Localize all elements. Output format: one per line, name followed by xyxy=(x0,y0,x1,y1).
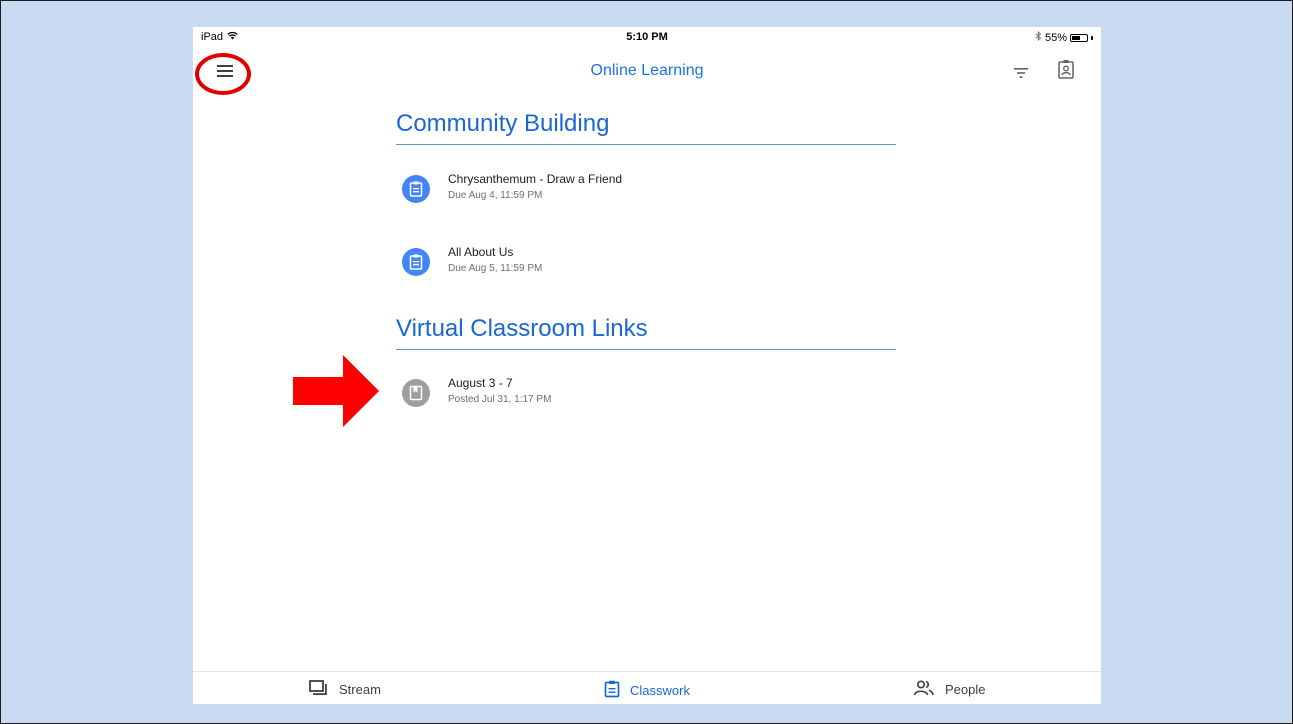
class-profile-icon[interactable] xyxy=(1056,59,1076,81)
status-right: 55% xyxy=(1035,30,1093,44)
battery-percent: 55% xyxy=(1044,31,1067,44)
tab-classwork[interactable]: Classwork xyxy=(604,680,690,701)
tab-label: Stream xyxy=(339,682,381,697)
topic-title[interactable]: Virtual Classroom Links xyxy=(396,315,896,343)
slide-background: iPad 5:10 PM 55% Online Learning Communi… xyxy=(0,0,1293,724)
topic-divider xyxy=(396,144,896,145)
item-title: August 3 - 7 xyxy=(448,376,513,390)
assignment-icon xyxy=(402,175,430,203)
material-icon xyxy=(402,379,430,407)
item-due-date: Due Aug 5, 11:59 PM xyxy=(448,263,543,274)
status-time: 5:10 PM xyxy=(626,31,668,43)
topic-virtual-classroom-links: Virtual Classroom Links xyxy=(396,315,896,350)
annotation-circle xyxy=(195,53,251,95)
item-due-date: Due Aug 4, 11:59 PM xyxy=(448,190,543,201)
item-title: Chrysanthemum - Draw a Friend xyxy=(448,172,623,186)
people-icon xyxy=(913,680,935,699)
app-header: Online Learning xyxy=(193,51,1101,91)
filter-icon[interactable] xyxy=(1011,65,1033,81)
bottom-nav: Stream Classwork People xyxy=(193,671,1101,704)
tab-label: People xyxy=(945,682,986,697)
item-posted-date: Posted Jul 31, 1:17 PM xyxy=(448,394,552,405)
bluetooth-icon xyxy=(1035,30,1042,44)
status-bar: iPad 5:10 PM 55% xyxy=(193,27,1101,47)
tab-label: Classwork xyxy=(630,683,690,698)
topic-title[interactable]: Community Building xyxy=(396,110,896,138)
item-title: All About Us xyxy=(448,245,514,259)
annotation-arrow xyxy=(293,355,379,432)
tab-people[interactable]: People xyxy=(913,680,985,699)
battery-fill xyxy=(1072,35,1080,40)
topic-community-building: Community Building xyxy=(396,110,896,145)
tab-stream[interactable]: Stream xyxy=(309,680,381,699)
classwork-icon xyxy=(604,680,620,701)
battery-icon xyxy=(1070,33,1088,42)
assignment-icon xyxy=(402,248,430,276)
topic-divider xyxy=(396,349,896,350)
battery-tip xyxy=(1091,35,1093,40)
stream-icon xyxy=(309,680,329,699)
class-title[interactable]: Online Learning xyxy=(193,62,1101,80)
